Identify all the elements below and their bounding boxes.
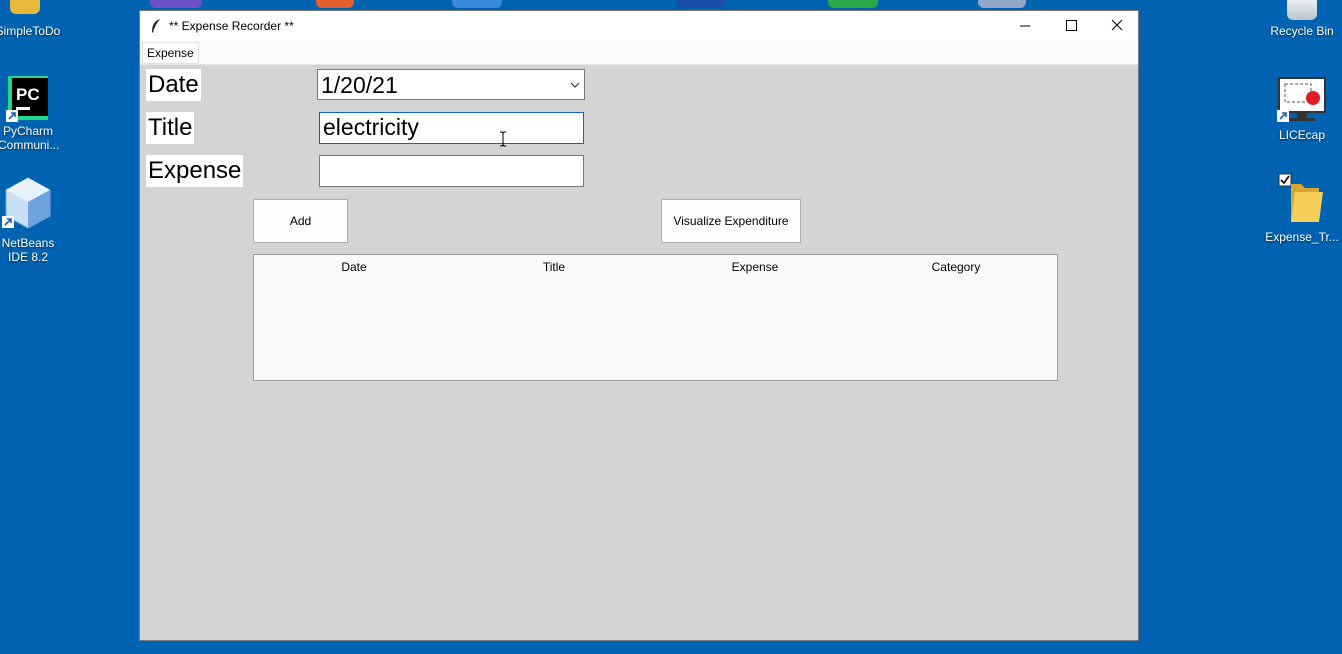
desktop-icon-netbeans[interactable]: NetBeans IDE 8.2 (0, 176, 70, 264)
visualize-button-label: Visualize Expenditure (673, 214, 789, 228)
desktop-icon-licecap[interactable]: LICEcap (1260, 76, 1342, 142)
visualize-expenditure-button[interactable]: Visualize Expenditure (661, 199, 801, 243)
partial-app-icon (452, 0, 502, 8)
desktop-icon-expense-folder[interactable]: Expense_Tr... (1260, 172, 1342, 244)
expense-recorder-window: ** Expense Recorder ** Expense Date Titl… (139, 10, 1139, 641)
partial-app-icon (316, 0, 354, 8)
desktop-icon-label: LICEcap (1278, 128, 1326, 142)
menu-bar: Expense (140, 41, 1138, 65)
desktop-icon-label: NetBeans IDE 8.2 (1, 236, 55, 264)
expense-input[interactable] (319, 155, 584, 187)
licecap-icon (1277, 76, 1327, 124)
date-label: Date (146, 69, 201, 101)
desktop-icon-pycharm[interactable]: PC PyCharm Communi... (0, 74, 70, 152)
partial-app-icon (828, 0, 878, 8)
minimize-button[interactable] (1002, 11, 1048, 41)
column-header-expense[interactable]: Expense (655, 260, 855, 274)
title-label: Title (146, 112, 195, 144)
expense-label: Expense (146, 155, 244, 187)
folder-icon (1277, 172, 1327, 224)
add-button[interactable]: Add (253, 199, 348, 243)
recycle-bin-icon (1287, 0, 1317, 20)
minimize-icon (1020, 25, 1030, 27)
text-cursor-icon (500, 131, 506, 147)
add-button-label: Add (289, 214, 312, 228)
menu-expense[interactable]: Expense (142, 42, 199, 64)
expense-table[interactable]: Date Title Expense Category (253, 254, 1058, 381)
partial-app-icon (978, 0, 1026, 8)
date-value: 1/20/21 (321, 72, 398, 98)
desktop-icon-recycle-bin[interactable]: Recycle Bin (1260, 0, 1342, 38)
column-header-category[interactable]: Category (856, 260, 1056, 274)
pycharm-icon: PC (6, 74, 50, 122)
partial-app-icon (150, 0, 202, 8)
svg-text:PC: PC (16, 85, 40, 104)
desktop-icon-label: Expense_Tr... (1265, 230, 1339, 244)
close-button[interactable] (1094, 11, 1140, 41)
desktop-icon-label: SimpleToDo (0, 24, 61, 38)
column-header-title[interactable]: Title (454, 260, 654, 274)
feather-icon (152, 19, 160, 33)
desktop-icon-label: PyCharm Communi... (0, 124, 60, 152)
close-icon (1111, 19, 1123, 31)
date-picker[interactable]: 1/20/21 (317, 69, 585, 100)
title-input-value: electricity (323, 114, 419, 140)
maximize-button[interactable] (1048, 11, 1094, 41)
column-header-date[interactable]: Date (254, 260, 454, 274)
desktop-icon-simpletodo[interactable]: SimpleToDo (0, 0, 70, 38)
netbeans-icon (2, 176, 54, 230)
desktop-icon-label: Recycle Bin (1270, 24, 1334, 38)
title-bar[interactable]: ** Expense Recorder ** (140, 11, 1138, 41)
maximize-icon (1066, 20, 1077, 31)
chevron-down-icon[interactable] (570, 80, 580, 90)
window-title: ** Expense Recorder ** (169, 19, 294, 33)
partial-app-icon (676, 0, 726, 8)
title-input[interactable]: electricity (319, 112, 584, 144)
